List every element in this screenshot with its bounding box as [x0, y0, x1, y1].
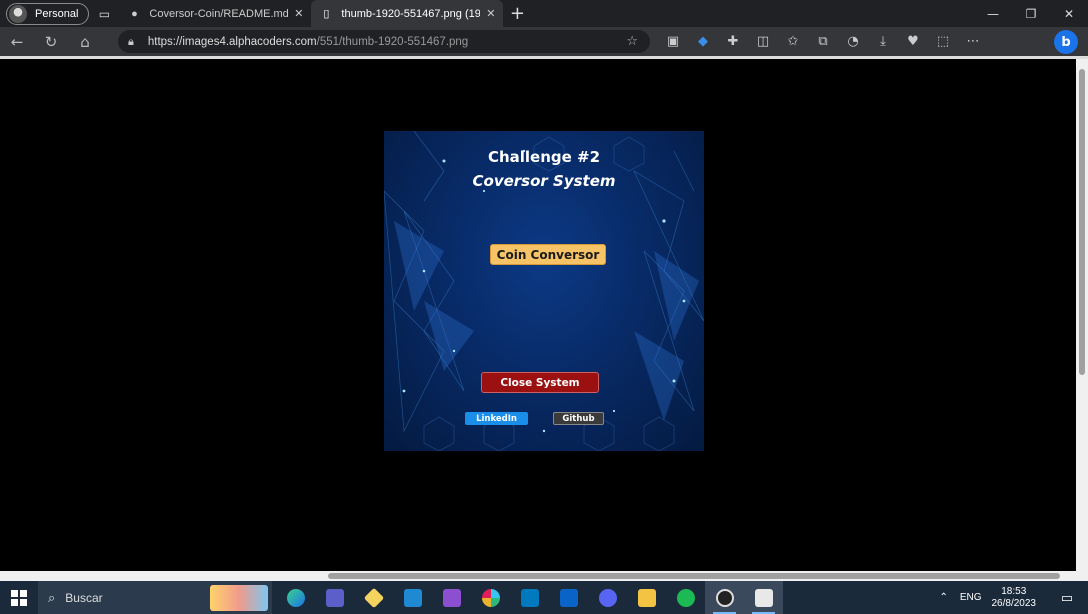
android-studio-app-icon[interactable]	[354, 581, 393, 614]
read-aloud-icon[interactable]: ▣	[658, 34, 688, 49]
search-placeholder: Buscar	[65, 590, 103, 605]
file-explorer-app-icon[interactable]	[627, 581, 666, 614]
visual-studio-app-icon[interactable]	[432, 581, 471, 614]
github-icon: ●	[131, 7, 138, 20]
profile-button[interactable]: Personal	[6, 2, 90, 25]
close-tab-icon[interactable]: ✕	[486, 7, 495, 20]
url-text: https://images4.alphacoders.com/551/thum…	[148, 36, 468, 48]
avatar	[9, 4, 27, 23]
github-button[interactable]: Github	[553, 412, 604, 425]
vertical-scrollbar[interactable]	[1076, 59, 1088, 571]
close-system-button[interactable]: Close System	[481, 372, 599, 393]
address-bar-row: ← ↻ ⌂ 🔒︎ https://images4.alphacoders.com…	[0, 27, 1088, 56]
bing-copilot-icon[interactable]: b	[1054, 30, 1078, 54]
search-icon: ⌕	[48, 589, 56, 605]
teams-app-icon[interactable]	[315, 581, 354, 614]
profile-label: Personal	[35, 7, 79, 20]
downloads-icon[interactable]: ⤓	[868, 34, 898, 49]
linkedin-button[interactable]: LinkedIn	[465, 412, 528, 425]
page-icon: ▯	[323, 8, 330, 20]
taskbar: ⌕ Buscar ⌃ ENG 18:53 26/8/2023 ▭	[0, 581, 1088, 614]
workspaces-icon[interactable]: ▭	[89, 0, 119, 27]
tab-thumb-image[interactable]: ▯ thumb-1920-551467.png (1920 ✕	[311, 0, 504, 27]
split-screen-icon[interactable]: ◫	[748, 34, 778, 49]
language-indicator[interactable]: ENG	[960, 592, 982, 603]
close-tab-icon[interactable]: ✕	[294, 7, 303, 20]
edge-app-icon[interactable]	[276, 581, 315, 614]
url-path: /551/thumb-1920-551467.png	[316, 35, 469, 48]
history-icon[interactable]: ◔	[838, 34, 868, 49]
conversor-app-window: Challenge #2 Coversor System Coin Conver…	[384, 131, 704, 451]
chevron-up-icon[interactable]: ⌃	[939, 592, 947, 603]
tab-github-readme[interactable]: ● Coversor-Coin/README.md at m ✕	[119, 0, 311, 27]
extension-blue-icon[interactable]: ◆	[688, 34, 718, 49]
more-icon[interactable]: ⋯	[958, 34, 988, 49]
windows-icon	[11, 589, 27, 606]
collections-icon[interactable]: ⧉	[808, 34, 838, 49]
tab-title: thumb-1920-551467.png (1920	[341, 7, 481, 20]
page-subtitle: Coversor System	[472, 172, 616, 190]
tab-bar: Personal ▭ ● Coversor-Coin/README.md at …	[0, 0, 1088, 27]
notifications-icon[interactable]: ▭	[1052, 590, 1082, 606]
home-icon[interactable]: ⌂	[68, 33, 102, 51]
new-tab-button[interactable]: +	[503, 3, 531, 24]
restore-icon[interactable]: ❐	[1012, 7, 1050, 21]
refresh-icon[interactable]: ↻	[34, 33, 68, 51]
horizontal-scroll-thumb[interactable]	[328, 573, 1060, 579]
coin-conversor-button[interactable]: Coin Conversor	[490, 244, 606, 265]
taskbar-search[interactable]: ⌕ Buscar	[38, 581, 272, 614]
minimize-icon[interactable]: —	[974, 7, 1012, 21]
clock[interactable]: 18:53 26/8/2023	[992, 586, 1037, 610]
obs-app-icon[interactable]	[705, 581, 744, 614]
vscode-app-icon[interactable]	[393, 581, 432, 614]
performance-icon[interactable]: ♥	[898, 34, 928, 49]
vertical-scroll-thumb[interactable]	[1079, 69, 1085, 375]
screenshot-icon[interactable]: ⬚	[928, 34, 958, 49]
discord-app-icon[interactable]	[588, 581, 627, 614]
slack-app-icon[interactable]	[471, 581, 510, 614]
page-title: Challenge #2	[487, 148, 601, 166]
horizontal-scrollbar[interactable]	[0, 571, 1088, 581]
back-icon[interactable]: ←	[0, 33, 34, 51]
url-host: https://images4.alphacoders.com	[147, 35, 317, 48]
favorites-icon[interactable]: ✩	[778, 34, 808, 49]
close-window-icon[interactable]: ✕	[1050, 7, 1088, 21]
outlook-app-icon[interactable]	[549, 581, 588, 614]
clock-date: 26/8/2023	[991, 597, 1037, 609]
trello-app-icon[interactable]	[510, 581, 549, 614]
favorite-star-icon[interactable]: ☆	[626, 34, 638, 49]
start-button[interactable]	[0, 581, 38, 614]
lock-icon[interactable]: 🔒︎	[128, 35, 134, 49]
clock-time: 18:53	[1001, 585, 1027, 597]
extensions-icon[interactable]: ✚	[718, 34, 748, 49]
java-app-icon[interactable]	[744, 581, 783, 614]
search-highlight-image	[210, 585, 268, 611]
url-input[interactable]: 🔒︎ https://images4.alphacoders.com/551/t…	[118, 30, 650, 53]
spotify-app-icon[interactable]	[666, 581, 705, 614]
tab-title: Coversor-Coin/README.md at m	[149, 7, 289, 20]
